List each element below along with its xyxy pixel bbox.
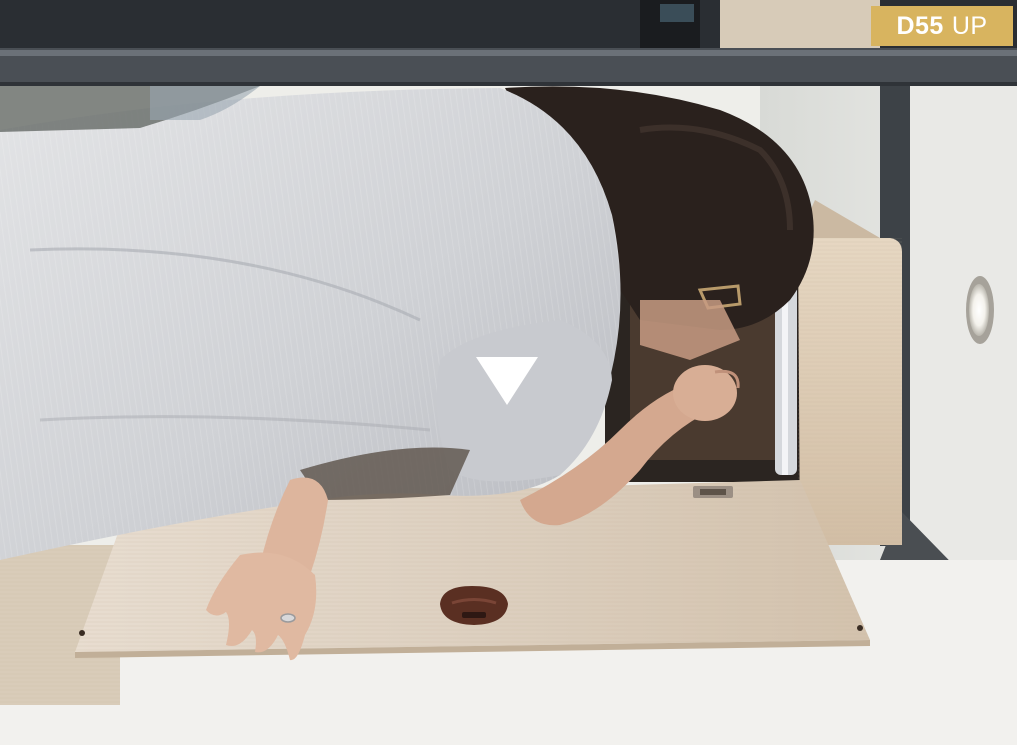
badge-suffix: UP: [951, 11, 988, 40]
model-badge: D55 UP: [871, 6, 1013, 46]
badge-model: D55: [896, 11, 944, 40]
play-triangle-down-icon[interactable]: [474, 355, 540, 407]
video-frame: D55 UP: [0, 0, 1017, 745]
